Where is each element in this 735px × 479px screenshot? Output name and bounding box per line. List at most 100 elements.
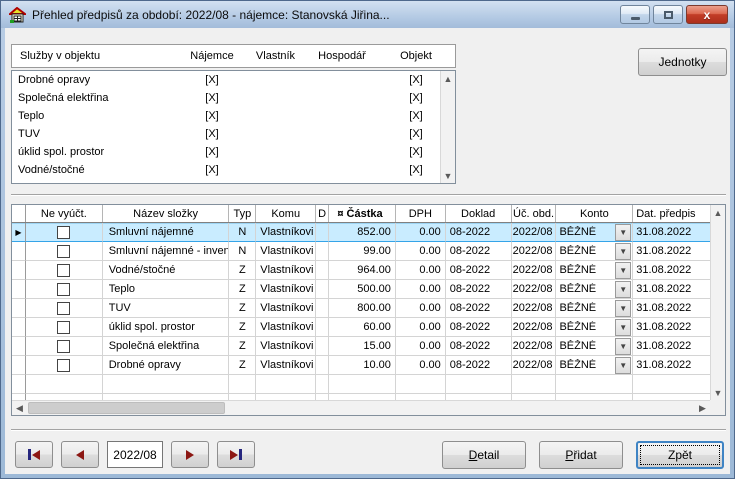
header-dph[interactable]: DPH [396, 205, 446, 222]
last-record-button[interactable] [217, 441, 255, 468]
scroll-down-icon[interactable]: ▼ [441, 168, 455, 183]
first-record-button[interactable] [15, 441, 53, 468]
chevron-down-icon: ▼ [619, 323, 627, 332]
konto-dropdown-button[interactable]: ▼ [615, 319, 631, 336]
grid-vertical-scrollbar[interactable]: ▲ ▼ [710, 205, 725, 400]
ne-vyuct-checkbox[interactable] [57, 359, 70, 372]
cell-d [316, 242, 329, 261]
cell-dph: 0.00 [396, 299, 446, 318]
services-col-najemce: Nájemce [180, 50, 244, 62]
close-icon: x [704, 8, 711, 22]
previous-record-button[interactable] [61, 441, 99, 468]
grid-horizontal-scrollbar[interactable]: ◀ ▶ [12, 400, 710, 415]
ne-vyuct-checkbox[interactable] [57, 226, 70, 239]
detail-label-rest: etail [477, 448, 499, 462]
scroll-right-icon[interactable]: ▶ [695, 401, 710, 415]
ne-vyuct-checkbox[interactable] [57, 302, 70, 315]
header-komu[interactable]: Komu [256, 205, 316, 222]
row-selector-cell: ▶ [12, 299, 26, 318]
grid-row[interactable]: ▶ Společná elektřina Z Vlastníkovi 15.00… [12, 337, 710, 356]
cell-doklad [446, 375, 512, 394]
scroll-up-icon[interactable]: ▲ [441, 71, 455, 86]
scroll-up-icon[interactable]: ▲ [711, 205, 725, 220]
ne-vyuct-checkbox[interactable] [57, 283, 70, 296]
scroll-left-icon[interactable]: ◀ [12, 401, 27, 415]
cell-ne-vyuct [26, 223, 103, 242]
konto-dropdown-button[interactable]: ▼ [615, 357, 631, 374]
grid-row[interactable]: ▶ Smluvní nájemné - inventář N Vlastníko… [12, 242, 710, 261]
konto-dropdown-button[interactable]: ▼ [615, 300, 631, 317]
row-selector-cell: ▶ [12, 318, 26, 337]
grid-row[interactable]: ▶ Smluvní nájemné N Vlastníkovi 852.00 0… [12, 223, 710, 242]
grid-row[interactable]: ▶ Vodné/stočné Z Vlastníkovi 964.00 0.00… [12, 261, 710, 280]
grid-row[interactable]: ▶ TUV Z Vlastníkovi 800.00 0.00 08-2022 … [12, 299, 710, 318]
service-row[interactable]: TUV [X] [X] [12, 125, 455, 143]
grid-row[interactable]: ▶ Drobné opravy Z Vlastníkovi 10.00 0.00… [12, 356, 710, 375]
horizontal-scroll-thumb[interactable] [28, 402, 225, 414]
konto-dropdown-button[interactable]: ▼ [615, 262, 631, 279]
scroll-down-icon[interactable]: ▼ [711, 385, 725, 400]
cell-typ: N [229, 223, 256, 242]
cell-doklad: 08-2022 [446, 318, 512, 337]
cell-doklad: 08-2022 [446, 242, 512, 261]
service-mark-najemce: [X] [180, 110, 244, 122]
jednotky-button[interactable]: Jednotky [638, 48, 727, 76]
row-selector-cell: ▶ [12, 356, 26, 375]
pridat-button[interactable]: Přidat [539, 441, 623, 469]
period-input[interactable] [107, 441, 163, 468]
maximize-button[interactable] [653, 5, 683, 24]
ne-vyuct-checkbox[interactable] [57, 245, 70, 258]
grid-row[interactable]: ▶ úklid spol. prostor Z Vlastníkovi 60.0… [12, 318, 710, 337]
cell-uc-obd: 2022/08 [512, 356, 557, 375]
service-row[interactable]: Společná elektřina [X] [X] [12, 89, 455, 107]
cell-nazev: Teplo [103, 280, 230, 299]
header-d[interactable]: D [316, 205, 329, 222]
cell-castka [329, 375, 396, 394]
konto-dropdown-button[interactable]: ▼ [615, 338, 631, 355]
cell-dat-predpis: 31.08.2022 [633, 337, 710, 356]
cell-nazev [103, 375, 230, 394]
chevron-down-icon: ▼ [619, 304, 627, 313]
cell-dat-predpis: 31.08.2022 [633, 356, 710, 375]
cell-doklad: 08-2022 [446, 223, 512, 242]
header-uc-obd[interactable]: Úč. obd. [512, 205, 557, 222]
chevron-down-icon: ▼ [619, 228, 627, 237]
service-row[interactable]: Drobné opravy [X] [X] [12, 71, 455, 89]
next-record-button[interactable] [171, 441, 209, 468]
minimize-button[interactable] [620, 5, 650, 24]
close-button[interactable]: x [686, 5, 728, 24]
konto-value: BĚŽNÉ [556, 264, 615, 276]
cell-konto: BĚŽNÉ ▼ [556, 318, 633, 337]
header-typ[interactable]: Typ [229, 205, 256, 222]
service-row[interactable]: Teplo [X] [X] [12, 107, 455, 125]
row-selector-cell: ▶ [12, 375, 26, 394]
service-row[interactable]: úklid spol. prostor [X] [X] [12, 143, 455, 161]
grid-row[interactable]: ▶ ▼ [12, 375, 710, 394]
header-ne-vyuct[interactable]: Ne vyúčt. [26, 205, 103, 222]
row-selector-cell: ▶ [12, 280, 26, 299]
ne-vyuct-checkbox[interactable] [57, 264, 70, 277]
services-vertical-scrollbar[interactable]: ▲ ▼ [440, 71, 455, 183]
row-selector-cell: ▶ [12, 337, 26, 356]
cell-uc-obd [512, 375, 557, 394]
chevron-down-icon: ▼ [619, 342, 627, 351]
detail-button[interactable]: Detail [442, 441, 526, 469]
konto-value: BĚŽNÉ [556, 359, 615, 371]
service-row[interactable]: Vodné/stočné [X] [X] [12, 161, 455, 179]
ne-vyuct-checkbox[interactable] [57, 321, 70, 334]
app-house-icon [9, 7, 26, 23]
konto-dropdown-button[interactable]: ▼ [615, 243, 631, 260]
header-dat-predpis[interactable]: Dat. předpis [633, 205, 710, 222]
konto-dropdown-button[interactable]: ▼ [615, 281, 631, 298]
header-castka[interactable]: ¤ Částka [329, 205, 396, 222]
konto-dropdown-button[interactable]: ▼ [615, 224, 631, 241]
grid-row[interactable]: ▶ Teplo Z Vlastníkovi 500.00 0.00 08-202… [12, 280, 710, 299]
row-selector-cell: ▶ [12, 261, 26, 280]
header-doklad[interactable]: Doklad [446, 205, 512, 222]
ne-vyuct-checkbox[interactable] [57, 340, 70, 353]
cell-d [316, 318, 329, 337]
zpet-button[interactable]: Zpět [636, 441, 724, 469]
header-konto[interactable]: Konto [556, 205, 633, 222]
prev-arrow-icon [76, 450, 84, 460]
header-nazev-slozky[interactable]: Název složky [103, 205, 230, 222]
